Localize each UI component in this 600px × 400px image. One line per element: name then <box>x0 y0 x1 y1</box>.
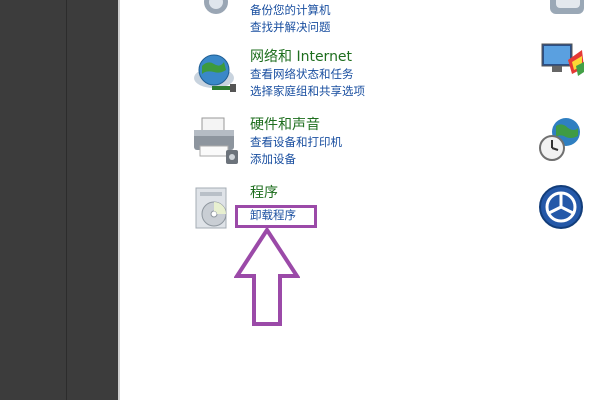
network-globe-icon <box>194 54 236 92</box>
clock-globe-icon <box>539 118 580 161</box>
highlight-box <box>235 205 317 228</box>
ease-of-access-icon <box>539 185 583 229</box>
view-network-status-link[interactable]: 查看网络状态和任务 <box>250 66 365 83</box>
add-device-link[interactable]: 添加设备 <box>250 151 342 168</box>
view-devices-printers-link[interactable]: 查看设备和打印机 <box>250 134 342 151</box>
printer-icon <box>194 117 238 164</box>
homegroup-sharing-link[interactable]: 选择家庭组和共享选项 <box>250 83 365 100</box>
hardware-sound-title[interactable]: 硬件和声音 <box>250 116 342 134</box>
troubleshoot-link[interactable]: 查找并解决问题 <box>250 19 331 36</box>
backup-computer-link[interactable]: 备份您的计算机 <box>250 2 331 19</box>
user-accounts-icon <box>550 0 584 14</box>
up-arrow-icon <box>234 228 300 326</box>
appearance-icon <box>541 43 584 76</box>
system-security-icon <box>204 0 228 14</box>
control-panel-content: 备份您的计算机 查找并解决问题 网络和 Internet 查看网络状态和任务 选… <box>120 0 600 400</box>
panel-divider <box>66 0 67 400</box>
programs-title[interactable]: 程序 <box>250 184 296 202</box>
dark-background-panel <box>0 0 118 400</box>
network-internet-title[interactable]: 网络和 Internet <box>250 48 365 66</box>
